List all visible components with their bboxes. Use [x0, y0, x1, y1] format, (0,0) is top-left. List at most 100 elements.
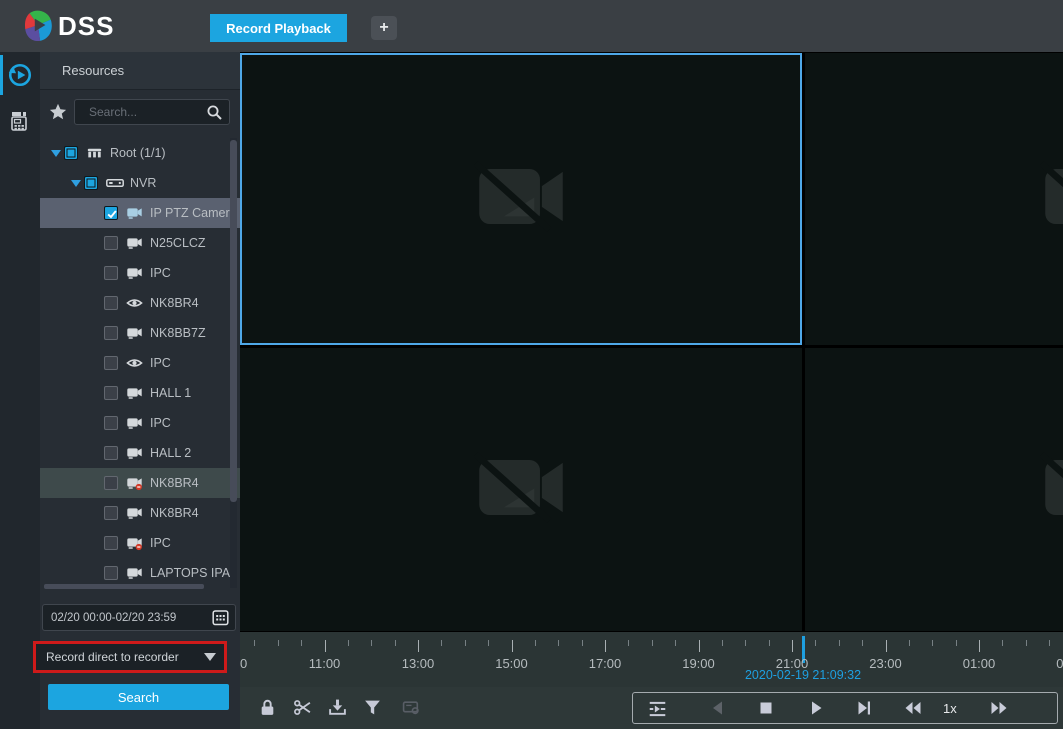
play-button[interactable]	[807, 699, 827, 719]
rail-device-button[interactable]	[0, 98, 40, 144]
checkbox[interactable]	[104, 416, 118, 430]
fast-forward-button[interactable]	[989, 699, 1009, 719]
favorite-star-icon[interactable]	[49, 103, 67, 121]
timeline-tick	[512, 640, 513, 652]
timeline-tick	[371, 640, 372, 646]
tree-item[interactable]: IPC	[40, 408, 240, 438]
tree-item[interactable]: IP PTZ Camera	[40, 198, 240, 228]
speed-label[interactable]: 1x	[943, 701, 957, 716]
sync-play-button[interactable]	[647, 699, 667, 719]
timeline-tick	[301, 640, 302, 646]
tree-item[interactable]: NK8BR4	[40, 468, 240, 498]
tree-item[interactable]: NK8BB7Z	[40, 318, 240, 348]
time-range-field[interactable]: 02/20 00:00-02/20 23:59	[42, 604, 236, 631]
timeline-tick	[628, 640, 629, 646]
expander-spacer	[88, 568, 104, 578]
tree-item-label: NVR	[130, 176, 156, 190]
tree-item[interactable]: NVR	[40, 168, 240, 198]
stop-button[interactable]	[757, 699, 777, 719]
expander-spacer	[88, 208, 104, 218]
left-rail	[0, 52, 40, 729]
search-box	[74, 99, 230, 125]
video-tile[interactable]	[805, 53, 1063, 345]
expander-icon[interactable]	[48, 148, 64, 158]
lock-icon[interactable]	[258, 698, 278, 718]
tree-item[interactable]: IPC	[40, 528, 240, 558]
tree-item-label: NK8BB7Z	[150, 326, 206, 340]
checkbox[interactable]	[104, 326, 118, 340]
timeline-tick	[886, 640, 887, 652]
checkbox[interactable]	[64, 146, 78, 160]
scrollbar-thumb[interactable]	[230, 140, 237, 502]
checkbox[interactable]	[84, 176, 98, 190]
timeline-tick	[675, 640, 676, 646]
expander-spacer	[88, 388, 104, 398]
calendar-icon[interactable]	[212, 609, 229, 626]
org-icon	[86, 145, 104, 161]
clip-icon[interactable]	[293, 698, 313, 718]
logo-text: DSS	[58, 11, 114, 42]
video-tile[interactable]	[240, 348, 802, 631]
timeline-tick	[558, 640, 559, 646]
checkbox[interactable]	[104, 536, 118, 550]
tree-item-label: NK8BR4	[150, 506, 199, 520]
tree-horizontal-scrollbar[interactable]	[44, 584, 204, 589]
record-source-dropdown[interactable]: Record direct to recorder	[36, 644, 224, 670]
tree-item-label: HALL 1	[150, 386, 191, 400]
panel-title: Resources	[40, 52, 240, 90]
checkbox[interactable]	[104, 356, 118, 370]
timeline-tick	[932, 640, 933, 646]
tree-item-label: IPC	[150, 536, 171, 550]
tree-item[interactable]: IPC	[40, 348, 240, 378]
reverse-play-button[interactable]	[709, 699, 729, 719]
video-tile[interactable]	[805, 348, 1063, 631]
expander-spacer	[88, 328, 104, 338]
tree-item[interactable]: IPC	[40, 258, 240, 288]
add-tab-button[interactable]: +	[371, 16, 397, 40]
tree-item[interactable]: N25CLCZ	[40, 228, 240, 258]
checkbox[interactable]	[104, 236, 118, 250]
expander-icon[interactable]	[68, 178, 84, 188]
tree-item[interactable]: HALL 1	[40, 378, 240, 408]
timeline-tick	[909, 640, 910, 646]
download-icon[interactable]	[328, 698, 348, 718]
nvr-icon	[106, 175, 124, 191]
no-video-icon	[473, 450, 569, 529]
checkbox[interactable]	[104, 386, 118, 400]
checkbox[interactable]	[104, 296, 118, 310]
timeline-tick	[348, 640, 349, 646]
expander-spacer	[88, 418, 104, 428]
search-button[interactable]: Search	[48, 684, 229, 710]
bottom-toolbar: 1x	[240, 687, 1063, 729]
device-icon	[8, 109, 32, 133]
checkbox[interactable]	[104, 566, 118, 580]
expander-spacer	[88, 478, 104, 488]
checkbox[interactable]	[104, 446, 118, 460]
playback-timeline[interactable]: 2020-02-19 21:09:32 09:0011:0013:0015:00…	[240, 632, 1063, 687]
camera-icon	[126, 445, 144, 461]
tree-item[interactable]: NK8BR4	[40, 288, 240, 318]
video-tile[interactable]	[240, 53, 802, 345]
top-bar: DSS Record Playback +	[0, 0, 1063, 52]
rewind-button[interactable]	[903, 699, 923, 719]
filter-icon[interactable]	[363, 698, 383, 718]
timeline-tick	[254, 640, 255, 646]
tree-item[interactable]: Root (1/1)	[40, 138, 240, 168]
tree-item[interactable]: HALL 2	[40, 438, 240, 468]
expander-spacer	[88, 238, 104, 248]
tree-vertical-scrollbar[interactable]	[230, 138, 237, 588]
camera-icon	[126, 565, 144, 581]
checkbox[interactable]	[104, 266, 118, 280]
timeline-tick	[278, 640, 279, 646]
search-icon[interactable]	[206, 104, 223, 121]
tree-item-label: Root (1/1)	[110, 146, 166, 160]
timeline-tick	[1002, 640, 1003, 646]
tab-record-playback[interactable]: Record Playback	[210, 14, 347, 42]
checkbox[interactable]	[104, 476, 118, 490]
rail-record-playback-button[interactable]	[0, 52, 40, 98]
tree-item[interactable]: NK8BR4	[40, 498, 240, 528]
checkbox[interactable]	[104, 206, 118, 220]
next-frame-button[interactable]	[855, 699, 875, 719]
dss-app: DSS Record Playback + Resources	[0, 0, 1063, 729]
checkbox[interactable]	[104, 506, 118, 520]
